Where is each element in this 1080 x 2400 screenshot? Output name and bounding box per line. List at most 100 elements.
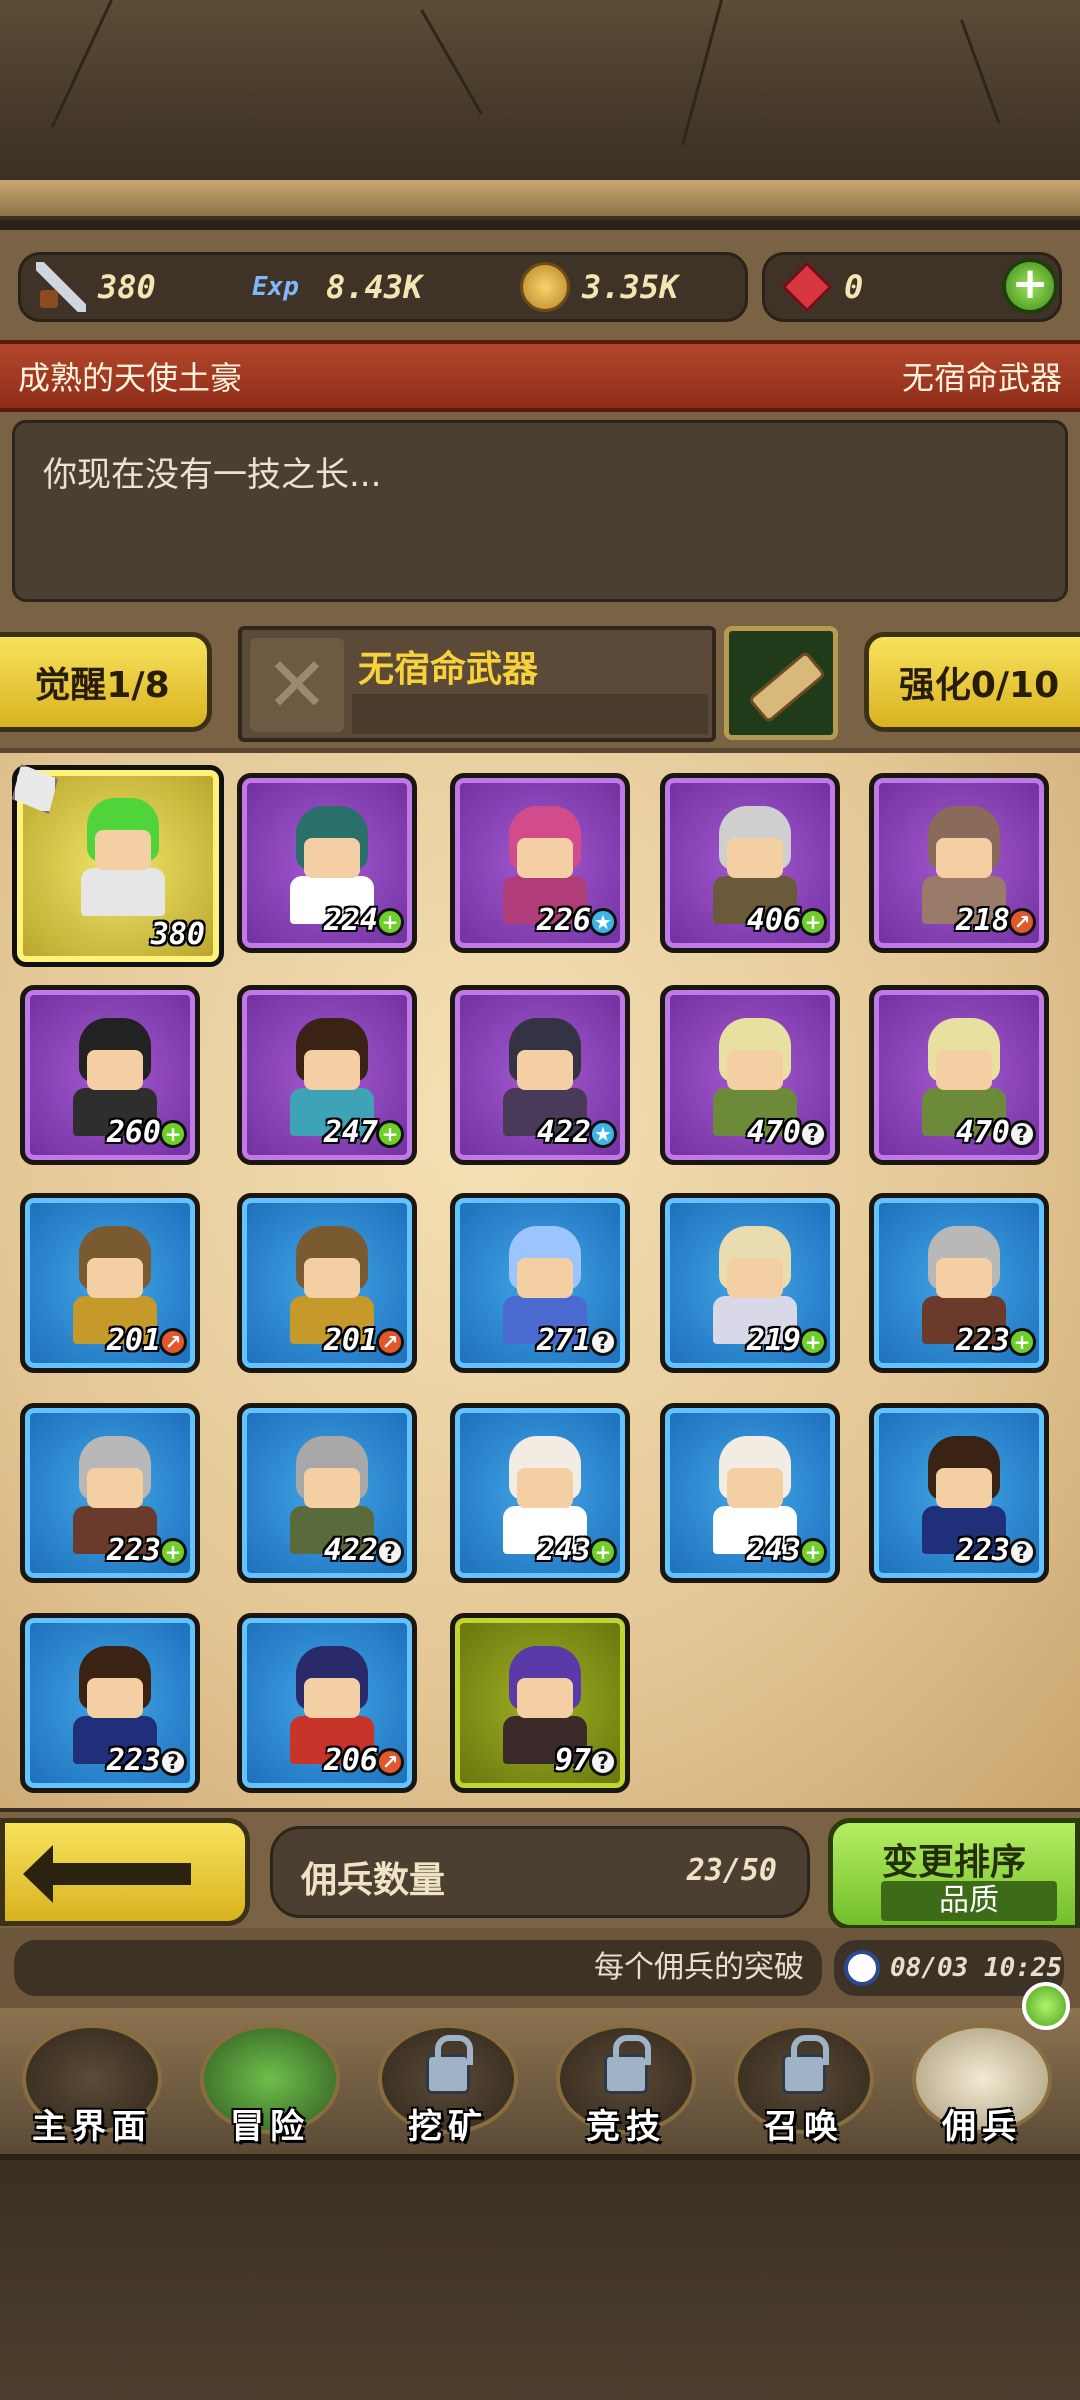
mercenary-level: 243	[746, 1533, 801, 1568]
mercenary-level: 206	[323, 1743, 378, 1778]
plus-badge-icon: +	[159, 1538, 187, 1566]
mercenary-card[interactable]: 470?	[660, 985, 840, 1165]
mercenary-card[interactable]: 243 +	[660, 1403, 840, 1583]
mercenary-card[interactable]: 243 +	[450, 1403, 630, 1583]
back-button[interactable]	[0, 1818, 250, 1926]
gem-icon	[781, 261, 833, 313]
leaf-badge-icon: ↗	[159, 1328, 187, 1356]
mercenary-level: 226	[536, 903, 591, 938]
awaken-button[interactable]: 觉醒1/8	[0, 632, 212, 732]
mercenary-card[interactable]: 201 ↗	[237, 1193, 417, 1373]
mercenary-level: 247	[323, 1115, 378, 1150]
mercenary-card[interactable]: 206 ↗	[237, 1613, 417, 1793]
action-row: 觉醒1/8 ✕ 无宿命武器 强化0/10	[0, 618, 1080, 748]
mercenary-level: 223	[106, 1533, 161, 1568]
plus-icon: +	[1011, 258, 1049, 309]
leaf-badge-icon: ↗	[376, 1748, 404, 1776]
hero-name-bar: 成熟的天使土豪 无宿命武器	[0, 340, 1080, 412]
mercenary-level: 223	[955, 1323, 1010, 1358]
lock-icon	[426, 2035, 473, 2094]
nav-mining[interactable]: 挖矿	[360, 2008, 536, 2160]
mercenary-card[interactable]: 223 +	[869, 1193, 1049, 1373]
plus-badge-icon: +	[799, 1538, 827, 1566]
plus-badge-icon: +	[589, 1538, 617, 1566]
mercenary-level: 422	[323, 1533, 378, 1568]
plus-badge-icon: +	[799, 908, 827, 936]
nav-label: 冒险	[230, 2107, 310, 2147]
mercenary-level: 201	[323, 1323, 378, 1358]
mercenary-grid: 380 224 +226 ★ 406 +218 ↗ 260 +247 +422 ★ 470? 470? 2…	[0, 748, 1080, 1808]
bottom-background	[0, 2160, 1080, 2400]
news-ticker: 每个佣兵的突破	[14, 1940, 822, 1996]
unknown-badge-icon: ?	[1008, 1538, 1036, 1566]
exp-value: 8.43K	[326, 268, 423, 306]
plus-badge-icon: +	[159, 1120, 187, 1148]
mercenary-level: 224	[323, 903, 378, 938]
unknown-badge-icon: ?	[376, 1538, 404, 1566]
weapon-name: 无宿命武器	[358, 649, 539, 690]
nav-label: 挖矿	[408, 2107, 488, 2147]
mercenary-level: 470	[955, 1115, 1010, 1150]
leaf-badge-icon: ↗	[1008, 908, 1036, 936]
enhance-button[interactable]: 强化0/10	[864, 632, 1080, 732]
mercenary-card[interactable]: 260 +	[20, 985, 200, 1165]
mercenary-level: 470	[746, 1115, 801, 1150]
mercenary-card[interactable]: 223?	[869, 1403, 1049, 1583]
bottom-bar: 佣兵数量 23/50 变更排序 品质	[0, 1808, 1080, 1930]
nav-summon[interactable]: 召唤	[716, 2008, 892, 2160]
gem-value: 0	[844, 268, 864, 306]
mercenary-card[interactable]: 226 ★	[450, 773, 630, 953]
weapon-subline	[352, 694, 708, 734]
bottom-nav: 主界面 冒险 挖矿 竞技 召唤 佣兵	[0, 2008, 1080, 2160]
nav-label: 主界面	[32, 2107, 152, 2147]
mercenary-level: 201	[106, 1323, 161, 1358]
empty-weapon-icon: ✕	[250, 638, 344, 732]
mercenary-card[interactable]: 224 +	[237, 773, 417, 953]
change-sort-button[interactable]: 变更排序 品质	[828, 1818, 1080, 1930]
sort-label: 变更排序	[881, 1842, 1026, 1883]
mercenary-level: 406	[746, 903, 801, 938]
plus-badge-icon: +	[376, 908, 404, 936]
mercenary-card[interactable]: 422 ★	[450, 985, 630, 1165]
mercenary-card[interactable]: 218 ↗	[869, 773, 1049, 953]
star-badge-icon: ★	[589, 1120, 617, 1148]
nav-label: 召唤	[764, 2107, 844, 2147]
lock-icon	[782, 2035, 829, 2094]
coin-icon	[520, 262, 570, 312]
nav-adventure[interactable]: 冒险	[182, 2008, 358, 2160]
nav-main[interactable]: 主界面	[4, 2008, 180, 2160]
mercenary-level: 422	[536, 1115, 591, 1150]
gold-stat: 3.35K	[520, 252, 678, 322]
mercenary-card[interactable]: 219 +	[660, 1193, 840, 1373]
weapon-slot[interactable]: ✕ 无宿命武器	[238, 626, 716, 742]
mercenary-level: 223	[106, 1743, 161, 1778]
star-badge-icon: ★	[589, 908, 617, 936]
scroll-icon[interactable]	[724, 626, 838, 740]
nav-mercenary[interactable]: 佣兵	[894, 2008, 1070, 2160]
time-value: 08/03 10:25	[890, 1953, 1063, 1983]
count-label: 佣兵数量	[301, 1860, 446, 1901]
mercenary-card[interactable]: 406 +	[660, 773, 840, 953]
gold-value: 3.35K	[582, 268, 679, 306]
mercenary-level: 219	[746, 1323, 801, 1358]
mercenary-card[interactable]: 470?	[869, 985, 1049, 1165]
mercenary-level: 271	[536, 1323, 591, 1358]
exp-stat: Exp 8.43K	[252, 252, 422, 322]
lock-icon	[604, 2035, 651, 2094]
add-gems-button[interactable]: +	[1002, 258, 1058, 314]
mercenary-level: 380	[150, 917, 205, 952]
plus-badge-icon: +	[1008, 1328, 1036, 1356]
mercenary-card[interactable]: 422?	[237, 1403, 417, 1583]
unknown-badge-icon: ?	[1008, 1120, 1036, 1148]
mercenary-card[interactable]: 247 +	[237, 985, 417, 1165]
unknown-badge-icon: ?	[159, 1748, 187, 1776]
mercenary-card[interactable]: 97?	[450, 1613, 630, 1793]
exp-icon: Exp	[252, 272, 299, 302]
mercenary-card[interactable]: 223 +	[20, 1403, 200, 1583]
mercenary-card[interactable]: 201 ↗	[20, 1193, 200, 1373]
notification-dot	[1022, 1982, 1070, 2030]
mercenary-card[interactable]: 223?	[20, 1613, 200, 1793]
nav-arena[interactable]: 竞技	[538, 2008, 714, 2160]
mercenary-level: 97	[554, 1743, 591, 1778]
mercenary-card[interactable]: 271?	[450, 1193, 630, 1373]
